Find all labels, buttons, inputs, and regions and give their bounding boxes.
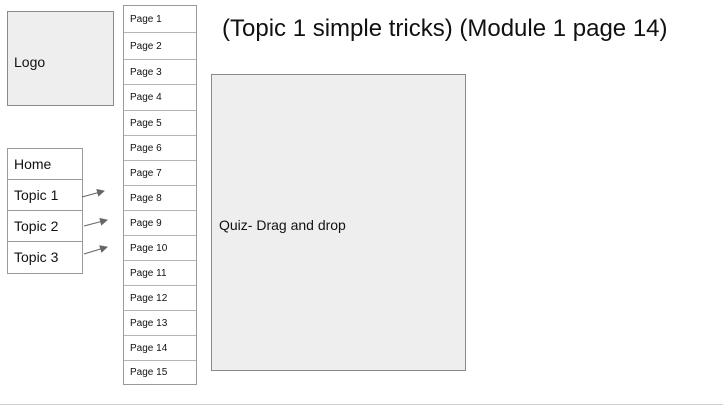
page-item-label: Page 10 [130,243,168,254]
page-item-label: Page 9 [130,218,162,229]
page-title: (Topic 1 simple tricks) (Module 1 page 1… [222,15,668,42]
arrow-icon [83,245,108,255]
nav-item-home[interactable]: Home [8,149,82,180]
page-item-13[interactable]: Page 13 [124,311,196,336]
divider [0,404,723,405]
arrow-icon [81,188,105,198]
page-item-3[interactable]: Page 3 [124,60,196,85]
page-item-label: Page 11 [130,268,167,279]
nav-item-label: Topic 1 [14,187,59,203]
page-item-label: Page 15 [130,367,168,378]
topic-nav: Home Topic 1 Topic 2 Topic 3 [7,148,83,274]
page-item-1[interactable]: Page 1 [124,6,196,33]
page-item-label: Page 4 [130,92,162,103]
nav-item-topic-2[interactable]: Topic 2 [8,211,82,242]
nav-item-label: Topic 2 [14,218,59,234]
page-item-label: Page 8 [130,193,162,204]
logo-label: Logo [14,54,46,70]
page-item-label: Page 7 [130,168,162,179]
nav-item-topic-3[interactable]: Topic 3 [8,242,82,273]
page-item-2[interactable]: Page 2 [124,33,196,60]
page-item-label: Page 6 [130,143,162,154]
page-item-11[interactable]: Page 11 [124,261,196,286]
page-item-label: Page 5 [130,118,162,129]
page-item-10[interactable]: Page 10 [124,236,196,261]
arrow-icon [83,217,108,227]
page-list: Page 1 Page 2 Page 3 Page 4 Page 5 Page … [123,5,197,385]
page-item-9[interactable]: Page 9 [124,211,196,236]
quiz-drag-drop-area[interactable]: Quiz- Drag and drop [211,74,466,371]
page-item-15[interactable]: Page 15 [124,361,196,384]
quiz-label: Quiz- Drag and drop [219,217,346,233]
page-item-7[interactable]: Page 7 [124,161,196,186]
page-item-label: Page 12 [130,293,168,304]
logo-placeholder: Logo [7,11,114,106]
nav-item-topic-1[interactable]: Topic 1 [8,180,82,211]
page-item-label: Page 2 [130,41,162,52]
page-item-8[interactable]: Page 8 [124,186,196,211]
page-item-6[interactable]: Page 6 [124,136,196,161]
page-item-14[interactable]: Page 14 [124,336,196,361]
page-item-label: Page 14 [130,343,168,354]
nav-item-label: Topic 3 [14,249,59,265]
page-item-4[interactable]: Page 4 [124,85,196,111]
page-item-12[interactable]: Page 12 [124,286,196,311]
page-item-label: Page 1 [130,14,162,25]
page-item-5[interactable]: Page 5 [124,111,196,136]
page-item-label: Page 13 [130,318,168,329]
nav-item-label: Home [14,156,52,172]
page-item-label: Page 3 [130,67,162,78]
